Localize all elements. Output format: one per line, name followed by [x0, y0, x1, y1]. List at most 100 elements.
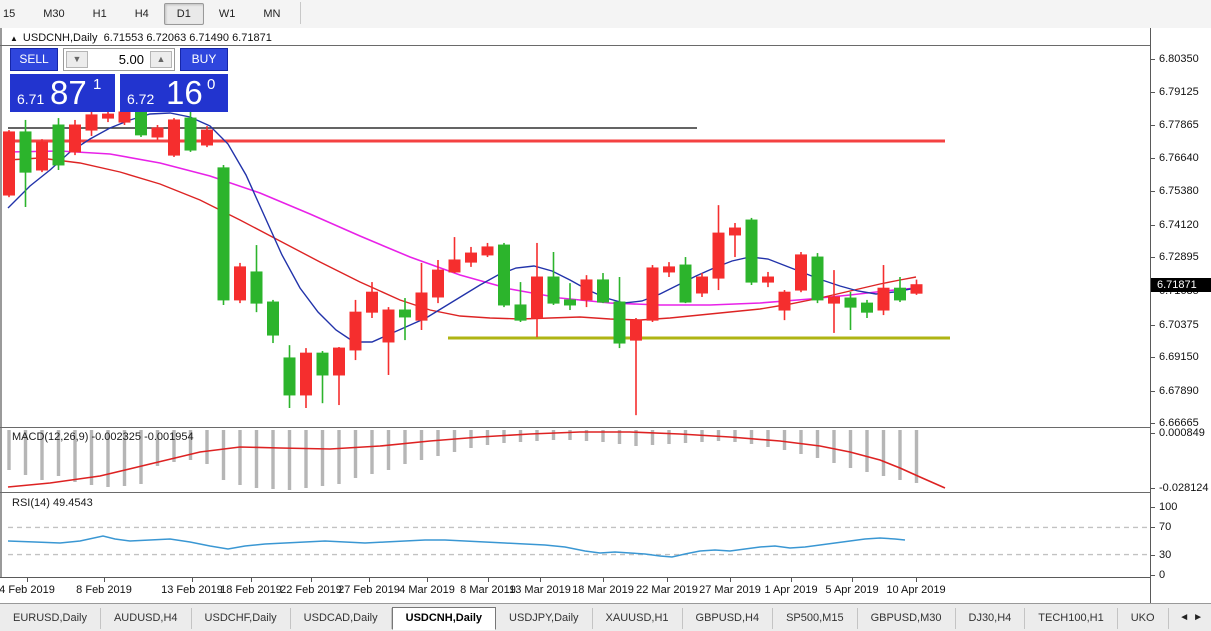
timeframe-button-mn[interactable]: MN — [250, 3, 293, 25]
date-axis-label: 13 Feb 2019 — [161, 584, 223, 596]
date-axis-tick — [369, 578, 370, 582]
date-axis-label: 22 Mar 2019 — [636, 584, 698, 596]
timeframe-button-15[interactable]: 15 — [0, 3, 28, 25]
date-axis-label: 8 Feb 2019 — [76, 584, 132, 596]
tab-scroll-arrows[interactable]: ◄► — [1179, 612, 1207, 623]
chart-tab-usdcad-daily[interactable]: USDCAD,Daily — [291, 608, 392, 629]
price-axis-label: 6.79125 — [1159, 85, 1199, 98]
date-axis-tick — [852, 578, 853, 582]
rsi-axis-100-tick — [1151, 507, 1155, 508]
chart-ohlc-values: 6.71553 6.72063 6.71490 6.71871 — [103, 32, 272, 44]
rsi-axis-0: 0 — [1159, 569, 1166, 581]
macd-axis-max-tick — [1151, 433, 1155, 434]
rsi-axis-0-tick — [1151, 575, 1155, 576]
sell-button[interactable]: SELL — [10, 48, 58, 71]
price-axis-tick — [1151, 224, 1155, 226]
rsi-axis-100: 100 — [1159, 501, 1178, 513]
price-axis-tick — [1151, 191, 1155, 193]
timeframe-button-w1[interactable]: W1 — [206, 3, 249, 25]
date-axis-label: 27 Mar 2019 — [699, 584, 761, 596]
date-axis[interactable]: 4 Feb 2019 8 Feb 2019 13 Feb 2019 18 Feb 20… — [0, 577, 1150, 603]
toolbar-separator — [300, 1, 302, 24]
date-axis-label: 5 Apr 2019 — [825, 584, 879, 596]
rsi-axis-30-tick — [1151, 554, 1155, 556]
sell-price-big: 87 — [50, 74, 87, 111]
volume-decrease-button[interactable]: ▼ — [66, 51, 88, 68]
buy-price-display[interactable]: 6.72 16 0 — [120, 74, 228, 112]
buy-button[interactable]: BUY — [180, 48, 228, 71]
date-axis-label: 18 Feb 2019 — [220, 584, 282, 596]
chart-tab-sp500-m15[interactable]: SP500,M15 — [773, 608, 858, 629]
chart-tab-usdjpy-daily[interactable]: USDJPY,Daily — [496, 608, 593, 629]
macd-axis-max: 0.000849 — [1159, 427, 1205, 439]
price-axis-label: 6.74120 — [1159, 218, 1199, 231]
date-axis-tick — [251, 578, 252, 582]
sell-price-sup: 1 — [93, 76, 102, 93]
timeframe-button-h4[interactable]: H4 — [122, 3, 162, 25]
volume-increase-button[interactable]: ▲ — [150, 51, 172, 68]
chart-tab-gbpusd-h4[interactable]: GBPUSD,H4 — [683, 608, 774, 629]
one-click-trade-panel: SELL ▼ 5.00 ▲ BUY 6.71 87 1 6.72 16 0 — [10, 48, 228, 112]
date-axis-tick — [791, 578, 792, 582]
timeframe-button-m30[interactable]: M30 — [30, 3, 77, 25]
current-price-tag: 6.71871 — [1151, 277, 1211, 292]
timeframe-button-h1[interactable]: H1 — [80, 3, 120, 25]
chart-tab-usdchf-daily[interactable]: USDCHF,Daily — [192, 608, 291, 629]
chart-symbol-label: USDCNH,Daily — [22, 32, 98, 44]
macd-label: MACD(12,26,9) -0.002325 -0.001954 — [12, 431, 194, 443]
date-axis-tick — [488, 578, 489, 582]
price-axis-tick — [1151, 125, 1155, 127]
rsi-axis-70-tick — [1151, 527, 1155, 529]
date-axis-tick — [540, 578, 541, 582]
date-axis-tick — [916, 578, 917, 582]
rsi-label: RSI(14) 49.4543 — [12, 497, 93, 509]
date-axis-label: 8 Mar 2019 — [460, 584, 516, 596]
price-axis-label: 6.70375 — [1159, 318, 1199, 331]
chart-tab-usdcnh-daily[interactable]: USDCNH,Daily — [391, 607, 497, 630]
buy-price-small: 6.72 — [127, 91, 155, 107]
date-axis-label: 4 Mar 2019 — [399, 584, 455, 596]
chart-tab-audusd-h4[interactable]: AUDUSD,H4 — [101, 608, 192, 629]
date-axis-label: 10 Apr 2019 — [886, 584, 946, 596]
date-axis-tick — [104, 578, 105, 582]
volume-input[interactable]: 5.00 — [119, 52, 144, 67]
date-axis-tick — [192, 578, 193, 582]
sell-price-small: 6.71 — [17, 91, 45, 107]
date-axis-label: 4 Feb 2019 — [0, 584, 55, 596]
date-axis-label: 1 Apr 2019 — [764, 584, 818, 596]
chart-tab-bar: EURUSD,Daily AUDUSD,H4 USDCHF,Daily USDCAD,… — [0, 603, 1211, 631]
chart-tab-gbpusd-m30[interactable]: GBPUSD,M30 — [858, 608, 956, 629]
chart-tab-eurusd-daily[interactable]: EURUSD,Daily — [0, 608, 101, 629]
date-axis-label: 18 Mar 2019 — [572, 584, 634, 596]
price-axis[interactable]: 6.80350 6.79125 6.77865 6.76640 6.75380 6.741… — [1150, 28, 1211, 603]
rsi-axis-30: 30 — [1159, 548, 1172, 561]
date-axis-tick — [311, 578, 312, 582]
price-axis-label: 6.75380 — [1159, 185, 1199, 198]
collapse-triangle-icon[interactable]: ▲ — [10, 34, 18, 43]
date-axis-tick — [27, 578, 28, 582]
rsi-axis-70: 70 — [1159, 521, 1172, 534]
price-axis-tick — [1151, 257, 1155, 259]
chart-tab-uko[interactable]: UKO — [1118, 608, 1169, 629]
price-axis-tick — [1151, 357, 1155, 359]
buy-price-sup: 0 — [207, 76, 216, 93]
chart-tab-tech100-h1[interactable]: TECH100,H1 — [1025, 608, 1118, 629]
rsi-panel[interactable] — [7, 493, 1150, 577]
date-axis-tick — [427, 578, 428, 582]
date-axis-label: 13 Mar 2019 — [509, 584, 571, 596]
price-axis-label: 6.80350 — [1159, 53, 1199, 65]
chart-tab-dj30-h4[interactable]: DJ30,H4 — [956, 608, 1026, 629]
volume-box: ▼ 5.00 ▲ — [63, 48, 175, 71]
sell-price-display[interactable]: 6.71 87 1 — [10, 74, 115, 112]
price-axis-label: 6.72895 — [1159, 251, 1199, 264]
price-axis-tick — [1151, 59, 1155, 60]
timeframe-button-d1[interactable]: D1 — [163, 3, 204, 25]
price-axis-tick — [1151, 423, 1155, 425]
price-axis-label: 6.69150 — [1159, 351, 1199, 364]
chart-tab-xauusd-h1[interactable]: XAUUSD,H1 — [593, 608, 683, 629]
date-axis-label: 22 Feb 2019 — [280, 584, 342, 596]
date-axis-label: 27 Feb 2019 — [338, 584, 400, 596]
price-axis-tick — [1151, 390, 1155, 392]
date-axis-tick — [730, 578, 731, 582]
date-axis-tick — [667, 578, 668, 582]
